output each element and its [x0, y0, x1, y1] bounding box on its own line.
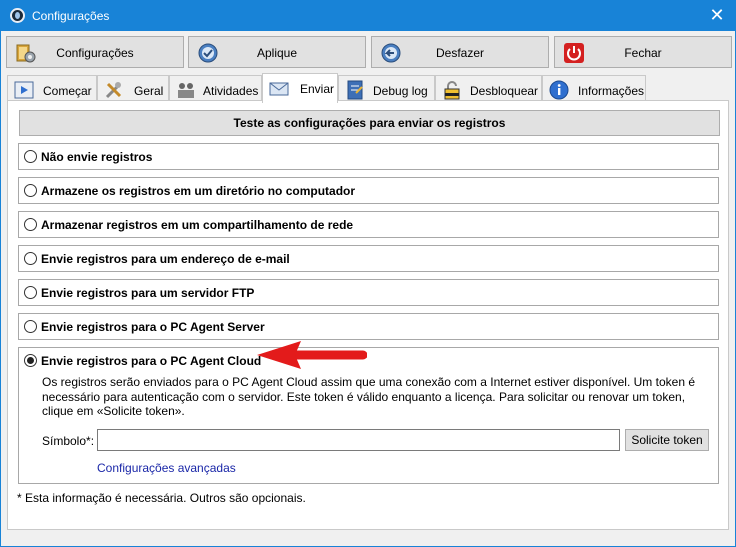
tab-label: Informações — [578, 84, 645, 98]
tab-activities[interactable]: Atividades — [169, 75, 262, 102]
option-network-share[interactable]: Armazenar registros em um compartilhamen… — [18, 211, 719, 238]
tab-debug-log[interactable]: Debug log — [338, 75, 435, 102]
tab-label: Desbloquear — [470, 84, 539, 98]
option-label: Armazenar registros em um compartilhamen… — [41, 218, 354, 232]
title-bar[interactable]: Configurações ✕ — [1, 1, 735, 31]
radio-button[interactable] — [24, 218, 37, 231]
notebook-icon — [347, 80, 363, 100]
app-logo-icon — [10, 8, 25, 23]
tab-label: Geral — [134, 84, 164, 98]
option-label: Armazene os registros em um diretório no… — [41, 184, 356, 198]
tab-label: Enviar — [300, 82, 335, 96]
radio-button[interactable] — [24, 320, 37, 333]
radio-button[interactable] — [24, 184, 37, 197]
tab-information[interactable]: Informações — [542, 75, 646, 102]
tools-icon — [105, 82, 122, 99]
option-email[interactable]: Envie registros para um endereço de e-ma… — [18, 245, 719, 272]
option-label: Não envie registros — [41, 150, 153, 164]
tab-general[interactable]: Geral — [97, 75, 169, 102]
test-send-settings-button[interactable]: Teste as configurações para enviar os re… — [19, 110, 720, 136]
option-local-directory[interactable]: Armazene os registros em um diretório no… — [18, 177, 719, 204]
radio-button-selected[interactable] — [24, 354, 37, 367]
option-pc-agent-server[interactable]: Envie registros para o PC Agent Server — [18, 313, 719, 340]
send-settings-panel: Teste as configurações para enviar os re… — [7, 100, 729, 530]
mail-icon — [269, 82, 289, 96]
tab-label: Começar — [43, 84, 92, 98]
tab-send[interactable]: Enviar — [262, 73, 338, 103]
option-label: Envie registros para um endereço de e-ma… — [41, 252, 290, 266]
window-close-button[interactable]: ✕ — [707, 5, 727, 25]
radio-button[interactable] — [24, 252, 37, 265]
tab-unlock[interactable]: Desbloquear — [435, 75, 542, 102]
annotation-arrow-icon — [257, 341, 367, 369]
tab-start[interactable]: Começar — [7, 75, 97, 102]
close-button-label: Fechar — [624, 46, 662, 60]
radio-button[interactable] — [24, 286, 37, 299]
tab-label: Atividades — [203, 84, 259, 98]
required-footnote: * Esta informação é necessária. Outros s… — [17, 491, 306, 505]
close-button[interactable]: Fechar — [554, 36, 732, 68]
people-icon — [178, 83, 194, 98]
settings-button-label: Configurações — [56, 46, 134, 60]
advanced-settings-link[interactable]: Configurações avançadas — [97, 461, 236, 475]
radio-button[interactable] — [24, 150, 37, 163]
request-token-button[interactable]: Solicite token — [625, 429, 709, 451]
option-pc-agent-cloud[interactable]: Envie registros para o PC Agent Cloud Os… — [18, 347, 719, 484]
lock-icon — [444, 81, 460, 100]
undo-button-label: Desfazer — [435, 46, 485, 60]
option-no-send[interactable]: Não envie registros — [18, 143, 719, 170]
option-ftp[interactable]: Envie registros para um servidor FTP — [18, 279, 719, 306]
option-label: Envie registros para um servidor FTP — [41, 286, 255, 300]
option-label: Envie registros para o PC Agent Cloud — [41, 354, 262, 368]
cloud-description: Os registros serão enviados para o PC Ag… — [42, 375, 696, 418]
settings-window: Configurações ✕ Configurações Aplique De… — [0, 0, 736, 547]
symbol-label: Símbolo*: — [42, 434, 95, 448]
apply-button-label: Aplique — [256, 46, 298, 60]
play-icon — [14, 81, 34, 99]
settings-button[interactable]: Configurações — [6, 36, 184, 68]
option-label: Envie registros para o PC Agent Server — [41, 320, 265, 334]
undo-button[interactable]: Desfazer — [371, 36, 549, 68]
tab-label: Debug log — [373, 84, 428, 98]
symbol-input[interactable] — [97, 429, 620, 451]
apply-button[interactable]: Aplique — [188, 36, 366, 68]
window-title: Configurações — [32, 9, 110, 23]
info-icon — [549, 80, 569, 100]
